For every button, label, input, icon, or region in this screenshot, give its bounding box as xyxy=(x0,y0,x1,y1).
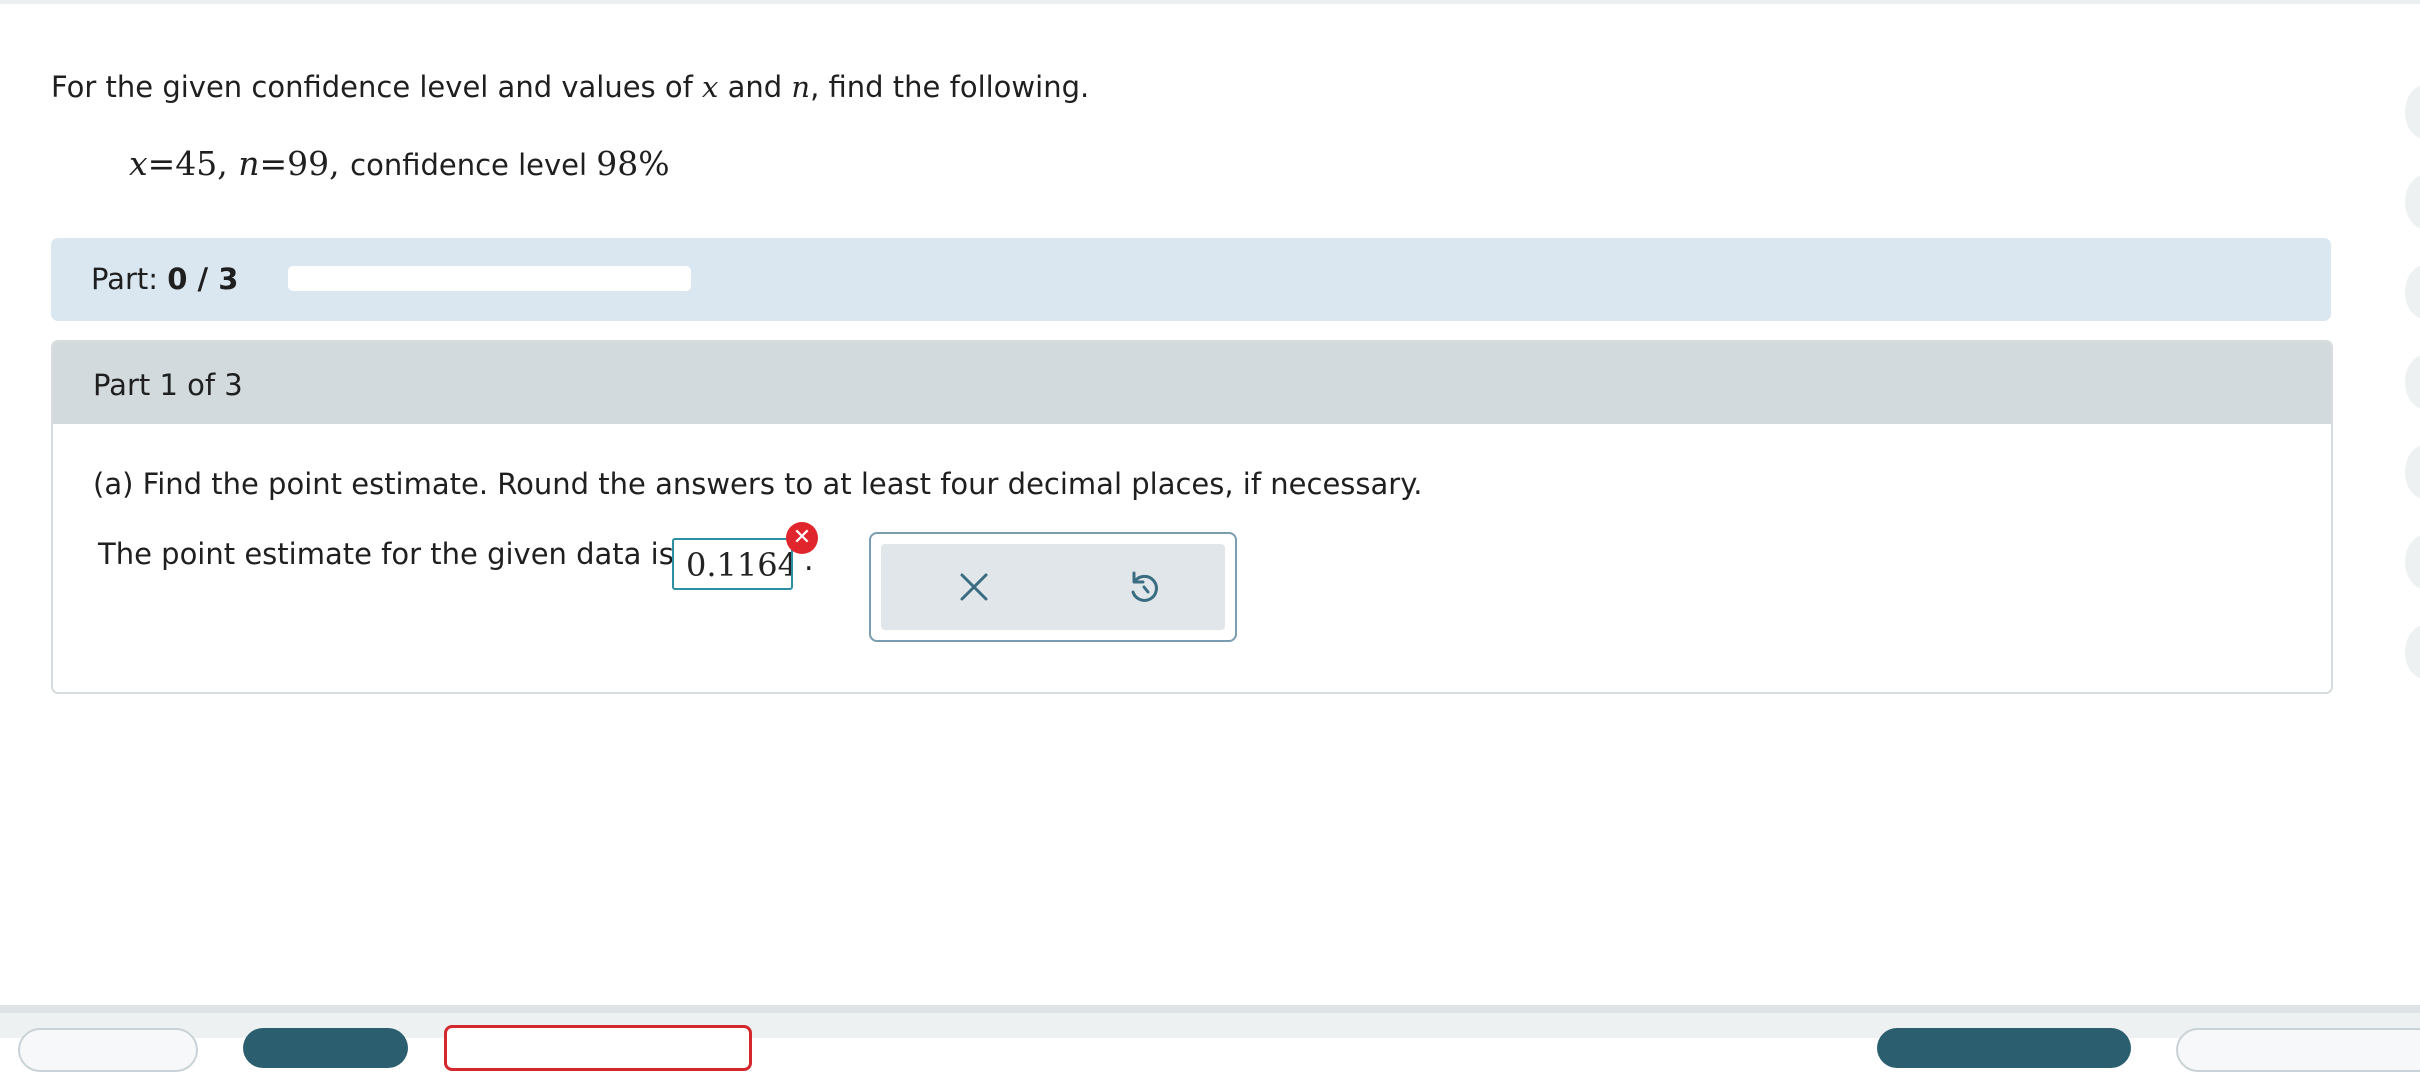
nav-button-left[interactable] xyxy=(18,1028,198,1072)
side-nav-item[interactable] xyxy=(2405,265,2420,319)
answer-tools xyxy=(869,532,1237,642)
top-divider xyxy=(0,0,2420,4)
var-x: x xyxy=(702,70,719,104)
answer-prompt: The point estimate for the given data is xyxy=(98,537,674,571)
part-header: Part 1 of 3 xyxy=(53,342,2331,424)
side-nav-item[interactable] xyxy=(2405,175,2420,229)
confidence-value: 98% xyxy=(596,144,670,183)
question-text: (a) Find the point estimate. Round the a… xyxy=(93,467,1423,501)
answer-input[interactable]: 0.1164 xyxy=(672,538,793,590)
confidence-label: confidence level xyxy=(350,148,597,182)
given-x: x xyxy=(129,144,148,183)
side-nav-item[interactable] xyxy=(2405,85,2420,139)
clear-button[interactable] xyxy=(949,562,999,612)
side-nav-item[interactable] xyxy=(2405,355,2420,409)
problem-intro: For the given confidence level and value… xyxy=(51,70,1089,104)
part-progress-label: Part: 0 / 3 xyxy=(91,262,238,296)
given-x-value: =45, xyxy=(147,144,239,183)
answer-tools-panel xyxy=(881,544,1225,630)
side-nav-item[interactable] xyxy=(2405,445,2420,499)
close-icon xyxy=(960,573,988,601)
nav-button-alert[interactable] xyxy=(444,1025,752,1071)
intro-text-end: , find the following. xyxy=(810,70,1090,104)
nav-button-submit[interactable] xyxy=(1877,1028,2131,1068)
part-card: Part 1 of 3 (a) Find the point estimate.… xyxy=(51,340,2333,694)
given-n-value: =99, xyxy=(259,144,351,183)
var-n: n xyxy=(791,70,811,104)
side-nav-item[interactable] xyxy=(2405,625,2420,679)
bottom-divider xyxy=(0,1005,2420,1013)
answer-period: . xyxy=(804,543,814,578)
part-header-title: Part 1 of 3 xyxy=(93,368,243,402)
part-progress-bar: Part: 0 / 3 xyxy=(51,238,2331,321)
nav-button-primary[interactable] xyxy=(243,1028,408,1068)
nav-button-right[interactable] xyxy=(2176,1028,2420,1072)
undo-button[interactable] xyxy=(1119,562,1169,612)
given-values: x=45, n=99, confidence level 98% xyxy=(129,144,670,183)
given-n: n xyxy=(238,144,260,183)
and-text: and xyxy=(718,70,792,104)
intro-text: For the given confidence level and value… xyxy=(51,70,703,104)
part-progress-value: 0 / 3 xyxy=(167,262,239,296)
part-label-text: Part: xyxy=(91,262,168,296)
progress-track xyxy=(288,266,691,291)
undo-icon xyxy=(1131,571,1158,602)
side-nav-item[interactable] xyxy=(2405,535,2420,589)
